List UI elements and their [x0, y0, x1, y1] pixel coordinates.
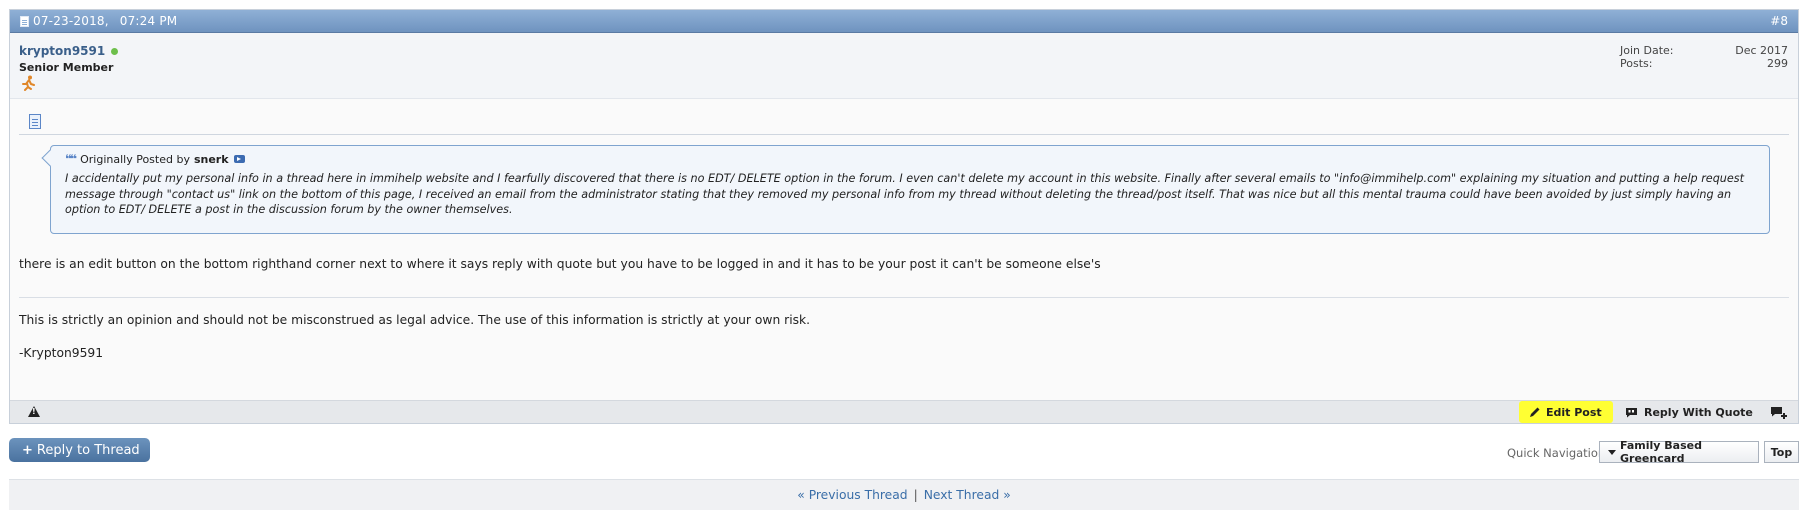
post-footer: Edit Post Reply With Quote	[10, 400, 1798, 423]
quote-marks-icon: ❝❝	[65, 152, 77, 166]
next-thread-link[interactable]: Next Thread »	[924, 488, 1011, 502]
quote-text: I accidentally put my personal info in a…	[65, 172, 1744, 216]
rank-runner-icon	[20, 75, 36, 95]
user-title: Senior Member	[19, 61, 114, 74]
content-divider	[19, 134, 1789, 135]
view-post-icon[interactable]	[233, 155, 245, 163]
top-button[interactable]: Top	[1764, 441, 1799, 463]
post-date: 07-23-2018,	[33, 14, 109, 28]
quick-navigation-select[interactable]: Family Based Greencard	[1599, 439, 1759, 465]
report-warning-icon[interactable]	[28, 406, 40, 417]
chevron-down-icon	[1608, 449, 1616, 455]
reply-to-thread-button[interactable]: + Reply to Thread	[9, 438, 150, 462]
thread-navigation: « Previous Thread | Next Thread »	[9, 479, 1799, 510]
pencil-icon	[1530, 407, 1540, 417]
message-icon	[29, 114, 41, 129]
signature-name: -Krypton9591	[19, 346, 104, 360]
posts-value: 299	[1767, 57, 1788, 70]
post-number-link[interactable]: #8	[1770, 14, 1788, 28]
multi-quote-button[interactable]	[1770, 401, 1788, 423]
user-info: krypton9591 Senior Member Join Date: Dec…	[10, 33, 1798, 99]
thread-nav-separator: |	[913, 488, 918, 502]
quote-author: snerk	[193, 152, 229, 166]
post-body: there is an edit button on the bottom ri…	[19, 257, 1101, 271]
edit-post-label: Edit Post	[1546, 405, 1602, 419]
signature-text: This is strictly an opinion and should n…	[19, 313, 811, 327]
online-status-icon	[111, 47, 119, 55]
username-link[interactable]: krypton9591	[19, 44, 105, 58]
quote-block: ❝❝ Originally Posted by snerk I accident…	[41, 145, 1770, 234]
multi-quote-plus-icon	[1771, 406, 1787, 419]
reply-with-quote-label: Reply With Quote	[1644, 405, 1753, 419]
quote-prefix: Originally Posted by	[80, 152, 190, 166]
post-content: ❝❝ Originally Posted by snerk I accident…	[10, 101, 1798, 402]
forum-post: 07-23-2018, 07:24 PM #8 krypton9591 Seni…	[9, 9, 1799, 424]
edit-post-button[interactable]: Edit Post	[1519, 401, 1613, 423]
reply-with-quote-button[interactable]: Reply With Quote	[1625, 401, 1753, 423]
previous-thread-link[interactable]: « Previous Thread	[797, 488, 907, 502]
signature-divider	[19, 297, 1789, 298]
post-header: 07-23-2018, 07:24 PM #8	[10, 10, 1798, 33]
quote-bubble-icon	[1626, 407, 1637, 417]
post-document-icon	[20, 15, 29, 27]
join-date-label: Join Date:	[1620, 44, 1674, 57]
posts-label: Posts:	[1620, 57, 1653, 70]
quote-header: ❝❝ Originally Posted by snerk	[65, 152, 245, 166]
quick-navigation-label: Quick Navigation	[1507, 446, 1606, 460]
quote-arrow	[41, 149, 59, 167]
quick-navigation-selected: Family Based Greencard	[1620, 439, 1702, 465]
post-time: 07:24 PM	[119, 14, 178, 28]
reply-to-thread-label: Reply to Thread	[36, 442, 140, 458]
join-info: Join Date: Dec 2017 Posts: 299	[1620, 44, 1788, 70]
join-date-value: Dec 2017	[1735, 44, 1788, 57]
plus-icon: +	[22, 442, 33, 458]
